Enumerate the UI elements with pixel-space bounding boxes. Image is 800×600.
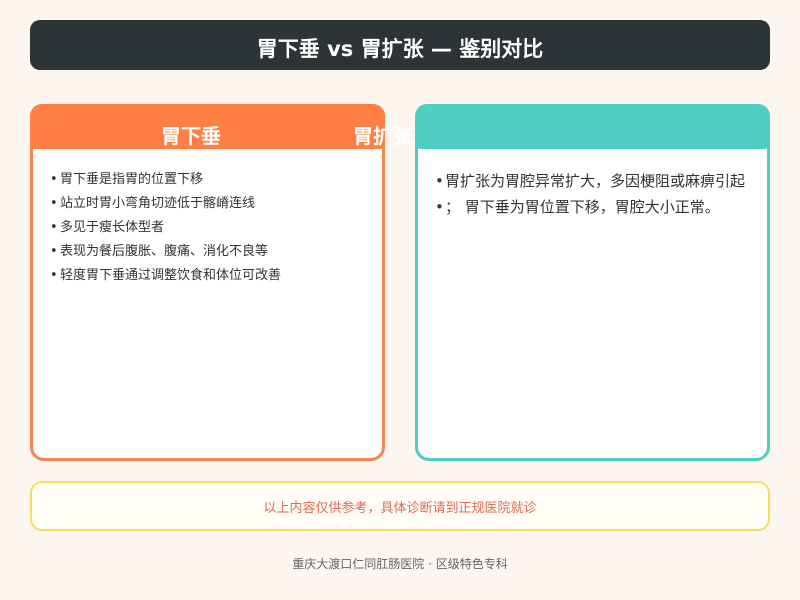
list-item-text: 胃扩张为胃腔异常扩大，多因梗阻或麻痹引起 <box>445 172 746 190</box>
footer-text: 重庆大渡口仁同肛肠医院 · 区级特色专科 <box>292 557 508 571</box>
card-title: 胃下垂 <box>161 124 221 148</box>
bullet-icon: • <box>50 244 58 259</box>
bullet-list: •胃扩张为胃腔异常扩大，多因梗阻或麻痹引起 •； 胃下垂为胃位置下移，胃腔大小正… <box>435 168 745 220</box>
bullet-icon: • <box>50 220 58 235</box>
bullet-icon: • <box>435 172 444 190</box>
bullet-icon: • <box>50 268 58 283</box>
card-gastroptosis: 胃下垂 • 胃下垂是指胃的位置下移 • 站立时胃小弯角切迹低于髂嵴连线 • 多见于瘦长… <box>30 104 413 461</box>
list-item: • 轻度胃下垂通过调整饮食和体位可改善 <box>50 264 281 288</box>
bullet-icon: • <box>435 198 444 216</box>
list-item-text: 表现为餐后腹胀、腹痛、消化不良等 <box>60 244 269 259</box>
bullet-list: • 胃下垂是指胃的位置下移 • 站立时胃小弯角切迹低于髂嵴连线 • 多见于瘦长体型者 … <box>50 168 281 288</box>
list-item: • 表现为餐后腹胀、腹痛、消化不良等 <box>50 240 281 264</box>
disclaimer-notice: 以上内容仅供参考，具体诊断请到正规医院就诊 <box>30 481 770 531</box>
card-header <box>415 104 770 149</box>
list-item-text: 多见于瘦长体型者 <box>60 220 165 235</box>
list-item-text: ； 胃下垂为胃位置下移，胃腔大小正常。 <box>445 198 720 216</box>
page-title: 胃下垂 vs 胃扩张 — 鉴别对比 <box>30 20 770 70</box>
list-item-text: 轻度胃下垂通过调整饮食和体位可改善 <box>60 268 282 283</box>
card-gastric-dilation: •胃扩张为胃腔异常扩大，多因梗阻或麻痹引起 •； 胃下垂为胃位置下移，胃腔大小正… <box>415 104 770 461</box>
bullet-icon: • <box>50 172 58 187</box>
list-item: • 站立时胃小弯角切迹低于髂嵴连线 <box>50 192 281 216</box>
card-title-overflow: 胃扩张 <box>353 124 413 148</box>
list-item: •； 胃下垂为胃位置下移，胃腔大小正常。 <box>435 194 745 220</box>
list-item: • 多见于瘦长体型者 <box>50 216 281 240</box>
list-item: •胃扩张为胃腔异常扩大，多因梗阻或麻痹引起 <box>435 168 745 194</box>
list-item-text: 胃下垂是指胃的位置下移 <box>60 172 204 187</box>
bullet-icon: • <box>50 196 58 211</box>
list-item: • 胃下垂是指胃的位置下移 <box>50 168 281 192</box>
list-item-text: 站立时胃小弯角切迹低于髂嵴连线 <box>60 196 256 211</box>
